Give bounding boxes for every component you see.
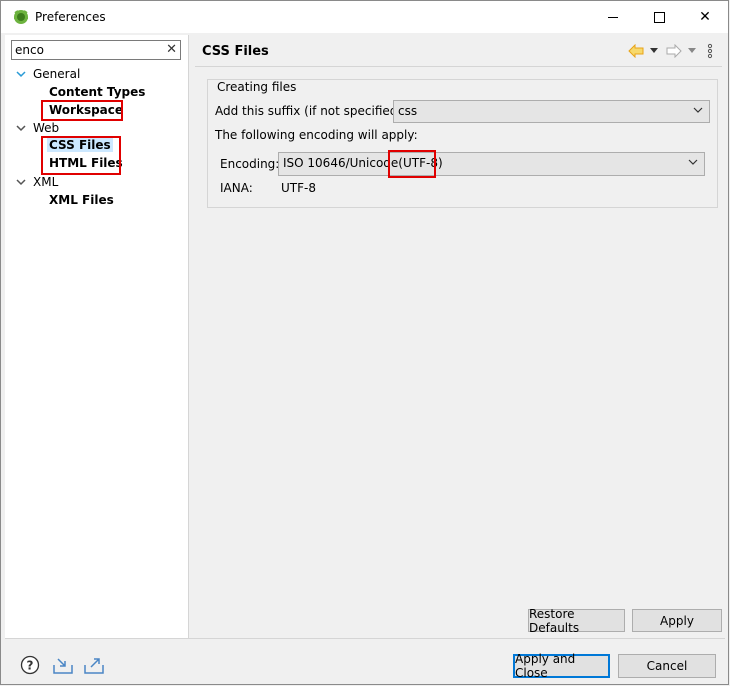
back-arrow-icon[interactable]: [628, 44, 644, 58]
filter-input[interactable]: enco ✕: [11, 40, 181, 60]
forward-dropdown-icon[interactable]: [688, 48, 696, 54]
highlight-box-web-files: [41, 136, 121, 175]
expand-xml-icon[interactable]: [16, 178, 26, 186]
clear-filter-icon[interactable]: ✕: [166, 42, 177, 57]
encoding-combo[interactable]: ISO 10646/Unicode(UTF-8): [278, 152, 705, 176]
cancel-label: Cancel: [646, 659, 688, 673]
cancel-button[interactable]: Cancel: [618, 654, 716, 678]
minimize-icon: [608, 16, 618, 18]
tree-item-xml[interactable]: XML: [33, 175, 58, 189]
tree-item-general[interactable]: General: [33, 67, 80, 81]
minimize-button[interactable]: [590, 1, 636, 33]
window-title: Preferences: [35, 10, 106, 24]
apply-and-close-button[interactable]: Apply and Close: [513, 652, 610, 680]
import-button[interactable]: [51, 654, 75, 676]
export-button[interactable]: [82, 654, 106, 676]
chevron-down-icon: [688, 159, 698, 165]
import-icon: [53, 658, 73, 674]
highlight-box-workspace: [41, 100, 123, 121]
restore-defaults-label: Restore Defaults: [529, 606, 580, 635]
apply-label: Apply: [660, 613, 694, 628]
iana-label: IANA:: [220, 181, 253, 195]
header-separator: [195, 66, 722, 67]
close-icon: ✕: [699, 9, 711, 25]
iana-value: UTF-8: [281, 181, 316, 195]
suffix-label: Add this suffix (if not specified):: [215, 104, 407, 118]
bottom-separator: [5, 638, 725, 639]
expand-general-icon[interactable]: [16, 70, 26, 78]
chevron-down-icon: [693, 107, 703, 113]
expand-web-icon[interactable]: [16, 124, 26, 132]
help-button[interactable]: ?: [19, 654, 41, 676]
highlight-box-utf8: [388, 150, 436, 178]
svg-text:?: ?: [27, 659, 34, 673]
filter-text: enco: [15, 43, 44, 57]
suffix-value: css: [398, 104, 418, 118]
tree-item-content-types[interactable]: Content Types: [49, 85, 145, 99]
encoding-label: Encoding:: [220, 157, 280, 171]
back-dropdown-icon[interactable]: [650, 48, 658, 54]
suffix-combo[interactable]: css: [393, 100, 710, 123]
close-button[interactable]: ✕: [682, 1, 728, 33]
view-menu-icon[interactable]: [706, 43, 714, 59]
eclipse-icon: [14, 10, 28, 24]
export-icon: [84, 658, 104, 674]
page-title: CSS Files: [202, 44, 269, 59]
apply-and-close-label: Apply and Close: [515, 652, 576, 680]
group-label: Creating files: [215, 80, 299, 94]
maximize-button[interactable]: [636, 1, 682, 33]
apply-button[interactable]: Apply: [632, 609, 722, 632]
forward-arrow-icon[interactable]: [666, 44, 682, 58]
preference-tree-pane: enco ✕ ⌄ General Content Types Workspace…: [5, 35, 189, 638]
encoding-note: The following encoding will apply:: [215, 128, 418, 142]
title-bar: Preferences ✕: [1, 1, 728, 33]
help-icon: ?: [20, 655, 40, 675]
tree-item-xml-files[interactable]: XML Files: [49, 193, 114, 207]
tree-item-web[interactable]: Web: [33, 121, 59, 135]
restore-defaults-button[interactable]: Restore Defaults: [528, 606, 625, 635]
maximize-icon: [653, 11, 665, 23]
